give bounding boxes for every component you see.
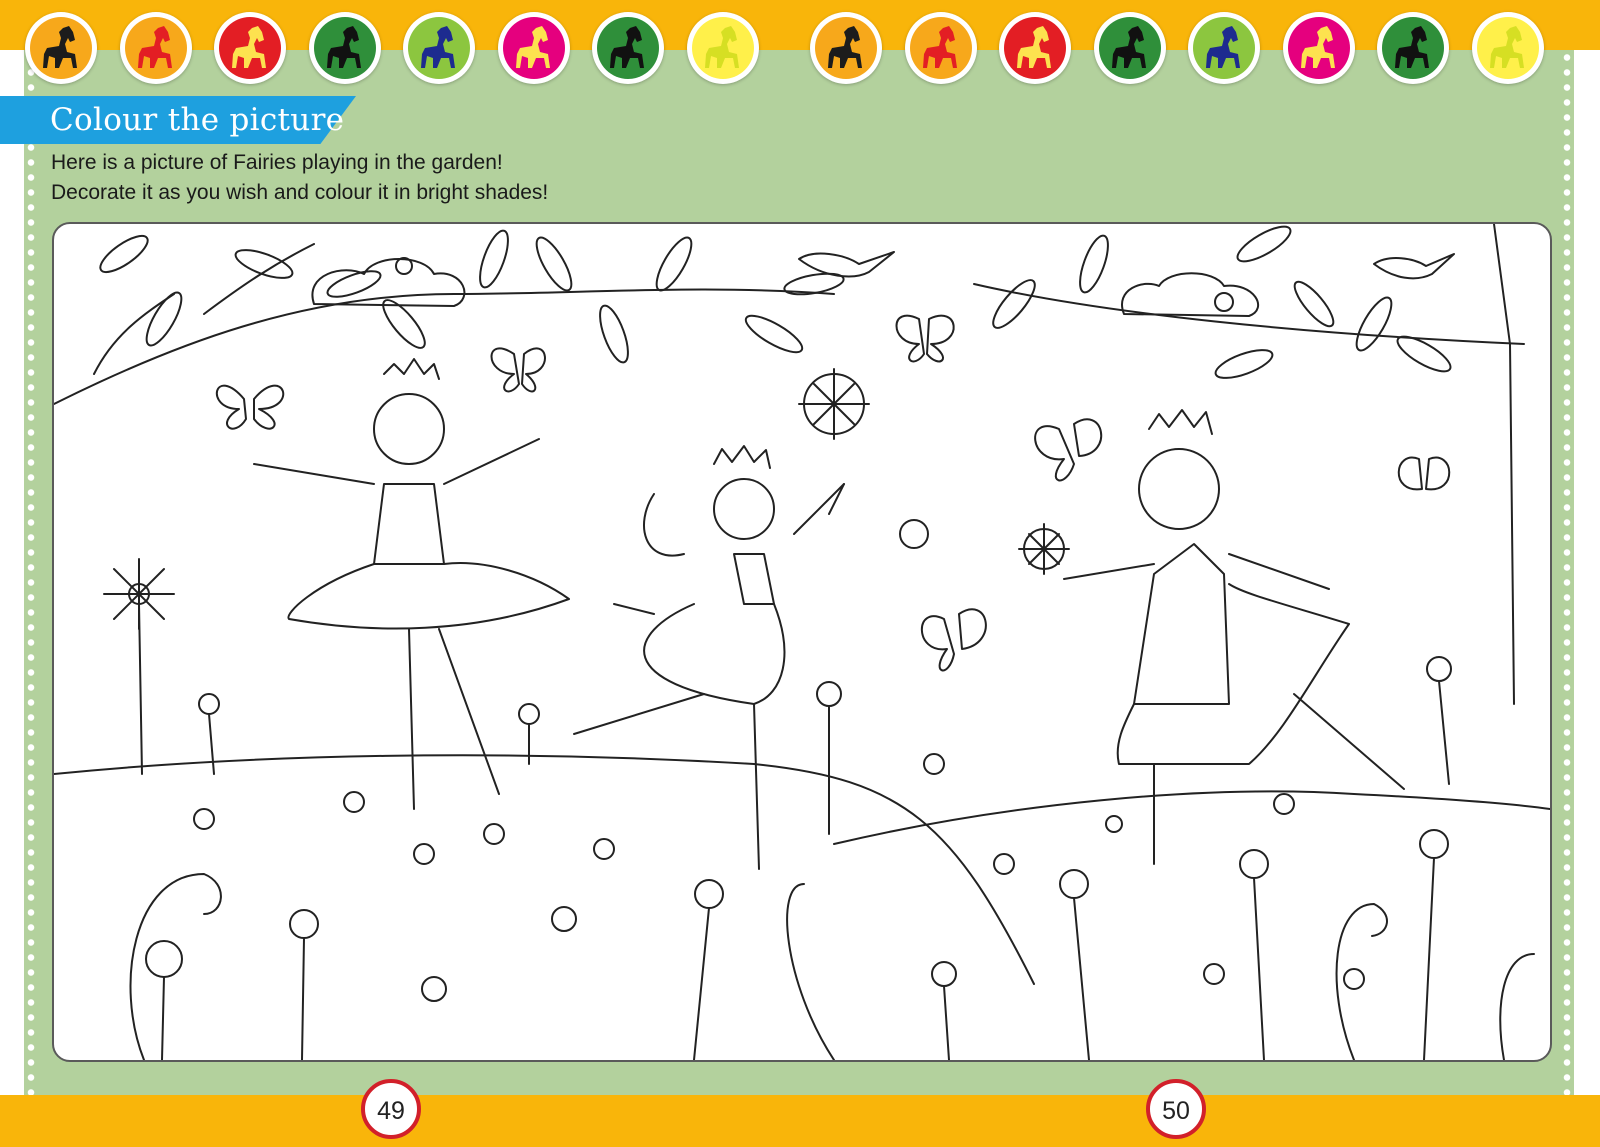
horse-icon <box>1093 12 1166 84</box>
page-number-right: 50 <box>1146 1079 1206 1139</box>
horse-icon <box>999 12 1071 84</box>
fairy-left <box>253 358 570 810</box>
horse-silhouette <box>828 26 862 68</box>
fairy-middle <box>573 368 870 870</box>
horse-icon <box>1377 12 1449 84</box>
horse-icon-row <box>0 12 1600 92</box>
horse-silhouette <box>1489 26 1524 68</box>
activity-title: Colour the picture <box>50 102 345 138</box>
perforation-left <box>24 50 38 1095</box>
horse-silhouette <box>704 26 739 68</box>
horse-icon <box>1471 12 1544 84</box>
horse-icon <box>592 12 664 84</box>
horse-icon <box>119 12 192 84</box>
leaf-group-left <box>99 229 845 364</box>
horse-silhouette <box>43 26 77 68</box>
fairy-right <box>1018 409 1405 865</box>
colouring-picture <box>52 222 1552 1062</box>
horse-silhouette <box>1111 26 1146 68</box>
horse-silhouette <box>232 26 266 68</box>
garden-flowers <box>103 519 1452 1060</box>
horse-icon <box>1188 12 1260 84</box>
perforation-right <box>1560 50 1574 1095</box>
horse-silhouette <box>1300 26 1335 68</box>
bird-right <box>1373 253 1455 280</box>
horse-silhouette <box>421 26 455 68</box>
horse-icon <box>904 12 977 84</box>
horse-silhouette <box>326 26 361 68</box>
horse-icon <box>25 12 97 84</box>
hill-right <box>833 790 1550 845</box>
horse-silhouette <box>137 26 172 68</box>
horse-icon <box>214 12 286 84</box>
horse-icon <box>497 12 570 84</box>
horse-silhouette <box>1017 26 1051 68</box>
horse-silhouette <box>922 26 957 68</box>
fern-curls <box>129 873 1535 1060</box>
left-margin <box>0 50 24 1095</box>
horse-icon <box>403 12 475 84</box>
horse-silhouette <box>1395 26 1429 68</box>
instruction-line-2: Decorate it as you wish and colour it in… <box>51 181 549 204</box>
page-number-left: 49 <box>361 1079 421 1139</box>
horse-icon <box>686 12 759 84</box>
hill-left <box>54 754 1035 985</box>
horse-icon <box>1282 12 1355 84</box>
bird-left <box>798 251 895 278</box>
cloud-right <box>1121 272 1260 317</box>
leaf-group-right <box>992 225 1452 379</box>
fairy-garden-line-art <box>54 224 1550 1060</box>
horse-icon <box>308 12 381 84</box>
instructions: Here is a picture of Fairies playing in … <box>51 148 851 208</box>
book-spread: Colour the picture Here is a picture of … <box>0 0 1600 1147</box>
horse-silhouette <box>1206 26 1240 68</box>
instruction-line-1: Here is a picture of Fairies playing in … <box>51 151 503 174</box>
bottom-band <box>0 1095 1600 1147</box>
horse-silhouette <box>610 26 644 68</box>
horse-silhouette <box>515 26 550 68</box>
horse-icon <box>810 12 882 84</box>
right-margin <box>1574 50 1600 1095</box>
